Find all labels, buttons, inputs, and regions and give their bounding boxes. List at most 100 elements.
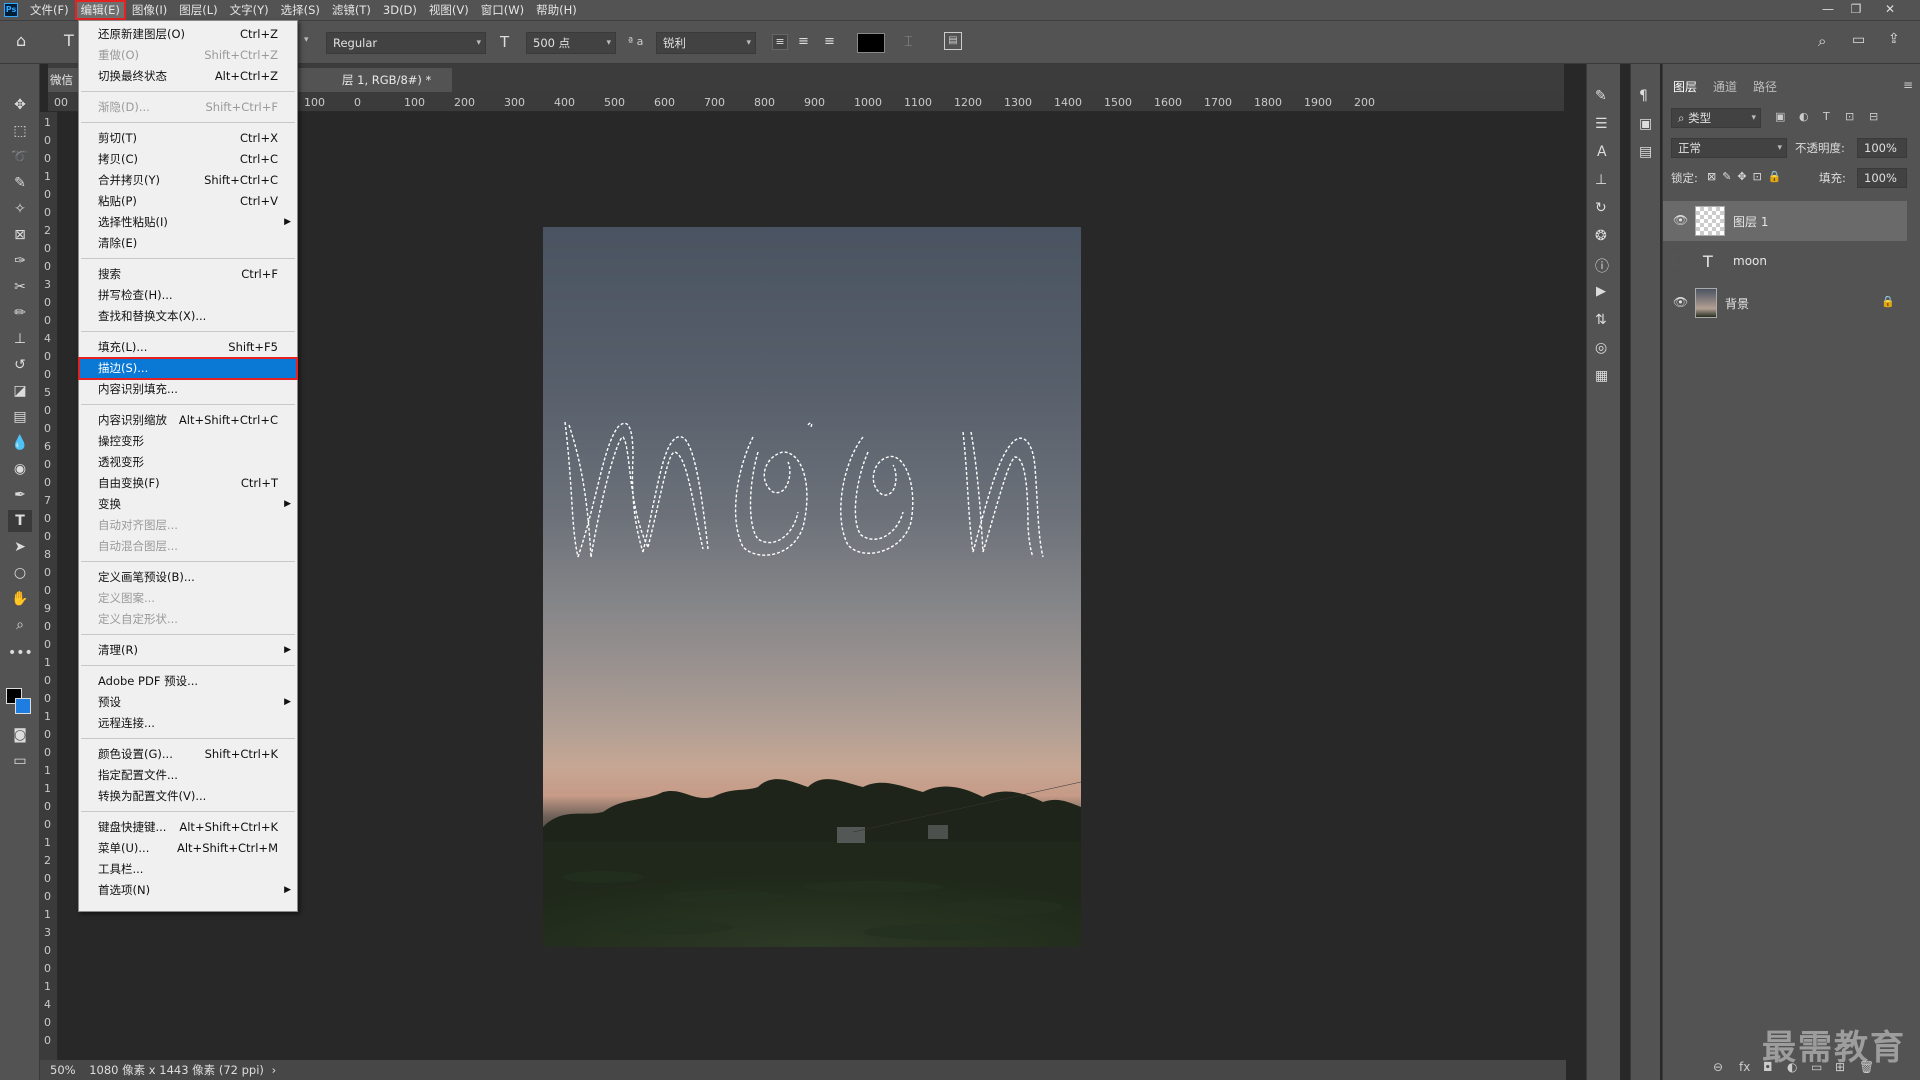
brush-tool-icon[interactable]: ✏	[8, 302, 32, 324]
menu-item[interactable]: 清理(R) ▶	[79, 640, 297, 661]
panel-menu-icon[interactable]: ≡	[1903, 78, 1913, 92]
menu-image[interactable]: 图像(I)	[126, 0, 173, 20]
magic-wand-tool-icon[interactable]: ✧	[8, 198, 32, 220]
menu-item[interactable]: 操控变形	[79, 431, 297, 452]
filter-type-icon[interactable]: T	[1823, 110, 1830, 123]
history-icon[interactable]: ↻	[1595, 200, 1607, 216]
crop-tool-icon[interactable]: ✂	[8, 276, 32, 298]
type-tool-icon[interactable]: T	[64, 31, 74, 50]
filter-adjust-icon[interactable]: ◐	[1799, 110, 1809, 123]
eyedropper-tool-icon[interactable]: ✑	[8, 250, 32, 272]
menu-item[interactable]: 菜单(U)... Alt+Shift+Ctrl+M	[79, 838, 297, 859]
menu-item[interactable]: 定义画笔预设(B)...	[79, 567, 297, 588]
font-style-select[interactable]: Regular ▾	[326, 32, 486, 54]
stamp-tool-icon[interactable]: ⊥	[8, 328, 32, 350]
menu-item[interactable]: 剪切(T) Ctrl+X	[79, 128, 297, 149]
close-icon[interactable]: ✕	[1876, 0, 1904, 20]
tab-current-document[interactable]: 层 1, RGB/8#) * ✕	[292, 68, 452, 111]
warp-text-icon[interactable]: ⌶	[904, 32, 913, 50]
tab-layers[interactable]: 图层	[1673, 78, 1697, 95]
minimize-icon[interactable]: —	[1814, 0, 1842, 20]
filter-smart-icon[interactable]: ⊟	[1869, 110, 1878, 123]
frame-tool-icon[interactable]: ⊠	[8, 224, 32, 246]
character-panel-icon[interactable]: ▤	[944, 32, 962, 50]
menu-item[interactable]: 内容识别缩放 Alt+Shift+Ctrl+C	[79, 410, 297, 431]
character-icon[interactable]: A	[1597, 144, 1607, 160]
menu-file[interactable]: 文件(F)	[24, 0, 75, 20]
quick-mask-icon[interactable]: ◙	[8, 724, 32, 746]
ellipse-tool-icon[interactable]: ○	[8, 562, 32, 584]
background-color-swatch[interactable]	[15, 698, 31, 714]
adjustments-icon[interactable]: ☰	[1595, 116, 1608, 132]
link-layers-icon[interactable]: ⊖	[1713, 1060, 1723, 1074]
grid-icon[interactable]: ▦	[1595, 368, 1608, 384]
notes-icon[interactable]: ▤	[1639, 144, 1652, 160]
align-center-icon[interactable]: ≡	[798, 34, 809, 49]
styles-icon[interactable]: ❂	[1595, 228, 1607, 244]
search-icon[interactable]: ⌕	[1818, 32, 1826, 50]
menu-select[interactable]: 选择(S)	[275, 0, 326, 20]
home-icon[interactable]: ⌂	[16, 31, 38, 53]
blur-tool-icon[interactable]: 💧	[8, 432, 32, 454]
quick-select-tool-icon[interactable]: ✎	[8, 172, 32, 194]
share-icon[interactable]: ⇪	[1888, 31, 1900, 47]
history-brush-icon[interactable]: ↺	[8, 354, 32, 376]
menu-item[interactable]: 搜索 Ctrl+F	[79, 264, 297, 285]
menu-item[interactable]: 远程连接...	[79, 713, 297, 734]
align-right-icon[interactable]: ≡	[824, 34, 835, 49]
path-select-icon[interactable]: ➤	[8, 536, 32, 558]
zoom-tool-icon[interactable]: ⌕	[8, 614, 32, 636]
menu-item[interactable]: 拷贝(C) Ctrl+C	[79, 149, 297, 170]
menu-item[interactable]: 颜色设置(G)... Shift+Ctrl+K	[79, 744, 297, 765]
antialias-select[interactable]: 锐利 ▾	[656, 32, 756, 54]
blend-mode-select[interactable]: 正常 ▾	[1671, 138, 1787, 158]
menu-item[interactable]: 预设 ▶	[79, 692, 297, 713]
eraser-tool-icon[interactable]: ◪	[8, 380, 32, 402]
menu-item[interactable]: 清除(E)	[79, 233, 297, 254]
document-image[interactable]	[543, 227, 1081, 947]
fill-input[interactable]: 100%	[1857, 168, 1907, 188]
text-color-swatch[interactable]	[857, 33, 885, 53]
menu-item[interactable]: 首选项(N) ▶	[79, 880, 297, 901]
menu-item[interactable]: 粘贴(P) Ctrl+V	[79, 191, 297, 212]
menu-window[interactable]: 窗口(W)	[475, 0, 530, 20]
menu-item[interactable]: 填充(L)... Shift+F5	[79, 337, 297, 358]
lock-icons[interactable]: ⊠✎✥⊡🔒	[1707, 170, 1788, 183]
menu-3d[interactable]: 3D(D)	[377, 0, 423, 20]
move-tool-icon[interactable]: ✥	[8, 94, 32, 116]
menu-item[interactable]: 合并拷贝(Y) Shift+Ctrl+C	[79, 170, 297, 191]
type-tool-icon[interactable]: T	[8, 510, 32, 532]
pen-tool-icon[interactable]: ✒	[8, 484, 32, 506]
menu-item[interactable]: 内容识别填充...	[79, 379, 297, 400]
layer-row-background[interactable]: 👁 背景 🔒	[1663, 283, 1907, 323]
menu-item[interactable]: 指定配置文件...	[79, 765, 297, 786]
screen-mode-icon[interactable]: ▭	[8, 750, 32, 772]
menu-item[interactable]: 自由变换(F) Ctrl+T	[79, 473, 297, 494]
menu-item[interactable]: 键盘快捷键... Alt+Shift+Ctrl+K	[79, 817, 297, 838]
more-tools-icon[interactable]: •••	[8, 642, 33, 664]
document-info[interactable]: 1080 像素 x 1443 像素 (72 ppi)	[89, 1063, 264, 1077]
menu-item[interactable]: 拼写检查(H)...	[79, 285, 297, 306]
align-left-icon[interactable]: ≡	[772, 34, 788, 50]
3d-icon[interactable]: ◎	[1595, 340, 1607, 356]
menu-item[interactable]: 还原新建图层(O) Ctrl+Z	[79, 24, 297, 45]
hidden-eye-icon[interactable]	[1673, 254, 1685, 266]
zoom-level[interactable]: 50%	[50, 1063, 76, 1077]
menu-layer[interactable]: 图层(L)	[173, 0, 223, 20]
hand-tool-icon[interactable]: ✋	[8, 588, 32, 610]
actions-play-icon[interactable]: ▶	[1596, 284, 1606, 299]
tab-wechat[interactable]: 微信	[48, 68, 78, 92]
properties-icon[interactable]: ⇅	[1595, 312, 1607, 328]
lasso-tool-icon[interactable]: ➰	[8, 146, 32, 168]
gradient-tool-icon[interactable]: ▤	[8, 406, 32, 428]
info-icon[interactable]: ⓘ	[1595, 256, 1609, 276]
eye-icon[interactable]: 👁	[1673, 213, 1688, 227]
layer-row-moon[interactable]: T moon	[1663, 242, 1907, 282]
menu-item[interactable]: 查找和替换文本(X)...	[79, 306, 297, 327]
opacity-input[interactable]: 100%	[1857, 138, 1907, 158]
menu-item[interactable]: 描边(S)...	[78, 357, 298, 380]
menu-filter[interactable]: 滤镜(T)	[326, 0, 377, 20]
menu-type[interactable]: 文字(Y)	[224, 0, 275, 20]
menu-item[interactable]: 工具栏...	[79, 859, 297, 880]
layer-filter-select[interactable]: ⌕ 类型 ▾	[1671, 108, 1761, 128]
